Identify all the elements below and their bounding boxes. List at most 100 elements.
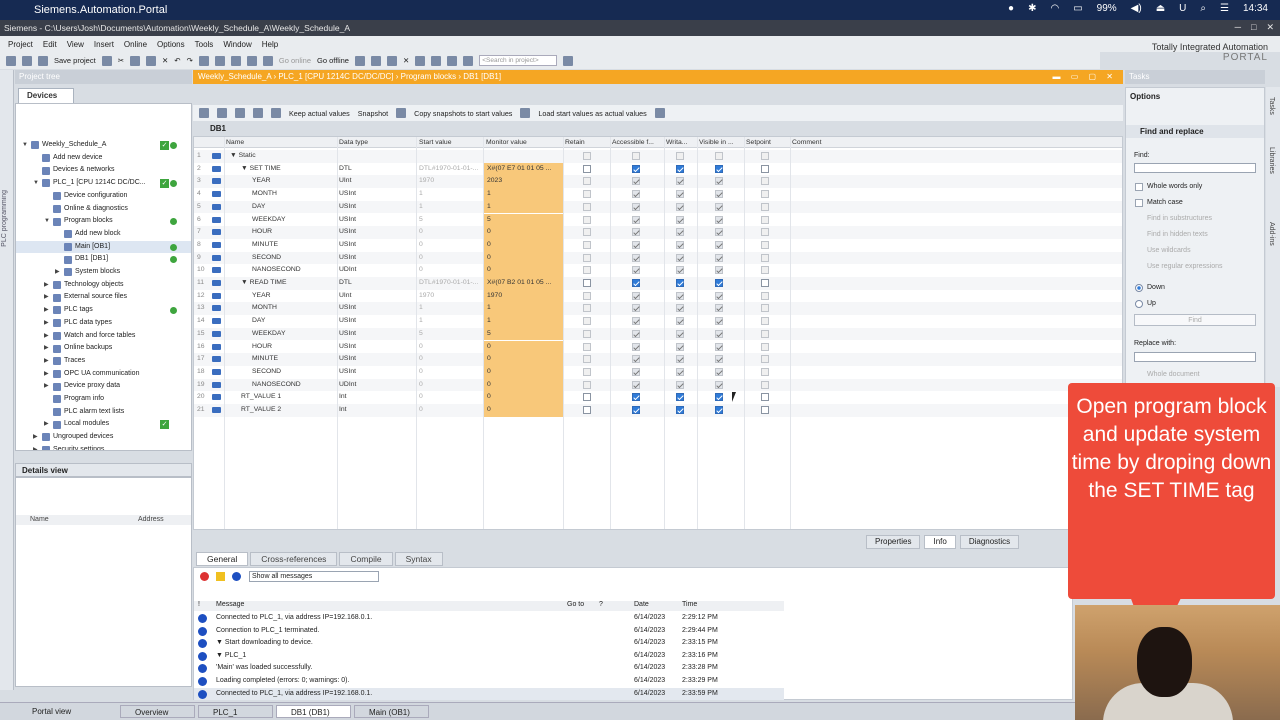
tree-expander-icon[interactable]: ▶ <box>44 418 50 431</box>
col-start-value[interactable]: Start value <box>419 139 452 146</box>
tree-expander-icon[interactable]: ▶ <box>44 317 50 330</box>
col-writable[interactable]: Writa... <box>666 139 687 146</box>
monitor-value[interactable]: 0 <box>484 353 563 366</box>
db-row[interactable]: 14 DAY USInt 1 1 <box>194 315 1122 328</box>
split-horizontal-icon[interactable] <box>415 55 426 66</box>
menu-options[interactable]: Options <box>157 40 185 49</box>
wifi-icon[interactable]: ◠ <box>1050 3 1059 14</box>
accessible-checkbox[interactable] <box>632 367 640 376</box>
tree-expander-icon[interactable]: ▶ <box>44 279 50 292</box>
setpoint-checkbox[interactable] <box>761 240 769 249</box>
plc1-task[interactable]: PLC_1 <box>198 705 273 718</box>
monitor-value[interactable]: 1970 <box>484 289 563 303</box>
retain-checkbox[interactable] <box>583 355 591 364</box>
volume-icon[interactable]: ◀) <box>1131 3 1142 14</box>
setpoint-checkbox[interactable] <box>761 266 769 275</box>
spotlight-icon[interactable]: ⌕ <box>1200 3 1206 14</box>
column-divider[interactable] <box>224 137 225 529</box>
setpoint-checkbox[interactable] <box>761 342 769 351</box>
start-value[interactable]: 0 <box>419 391 423 404</box>
cross-references-tab[interactable]: Cross-references <box>250 552 338 566</box>
accessible-checkbox[interactable] <box>632 406 640 414</box>
monitor-value[interactable]: 1 <box>484 188 563 201</box>
direction-up-radio[interactable] <box>1135 300 1143 308</box>
tree-expander-icon[interactable]: ▼ <box>22 139 28 152</box>
accessible-checkbox[interactable] <box>632 164 640 173</box>
tree-expander-icon[interactable]: ▶ <box>33 444 39 450</box>
go-online-button[interactable]: Go online <box>279 56 311 65</box>
save-icon[interactable] <box>38 55 48 66</box>
visible-checkbox[interactable] <box>715 329 723 338</box>
tree-item[interactable]: Program info <box>16 393 191 406</box>
writable-checkbox[interactable] <box>676 177 684 186</box>
bluetooth-icon[interactable]: ✱ <box>1028 3 1036 14</box>
writable-checkbox[interactable] <box>676 152 684 160</box>
editor-window-controls[interactable]: ▬ ▭ ▢ ✕ <box>1053 70 1118 84</box>
setpoint-checkbox[interactable] <box>761 152 769 160</box>
db-row[interactable]: 7 HOUR USInt 0 0 <box>194 226 1122 239</box>
retain-checkbox[interactable] <box>583 406 591 414</box>
writable-checkbox[interactable] <box>676 329 684 338</box>
setpoint-checkbox[interactable] <box>761 380 769 389</box>
monitor-value[interactable]: 2023 <box>484 175 563 189</box>
visible-checkbox[interactable] <box>715 177 723 186</box>
retain-checkbox[interactable] <box>583 152 591 160</box>
visible-checkbox[interactable] <box>715 164 723 173</box>
retain-checkbox[interactable] <box>583 393 591 402</box>
tree-item[interactable]: Device configuration <box>16 190 191 203</box>
start-value[interactable]: 1 <box>419 188 423 201</box>
setpoint-checkbox[interactable] <box>761 177 769 186</box>
tree-item[interactable]: ▶ Traces <box>16 355 191 368</box>
retain-checkbox[interactable] <box>583 177 591 186</box>
column-divider[interactable] <box>610 137 611 529</box>
info-filter-icon[interactable] <box>232 572 241 581</box>
go-offline-button[interactable]: Go offline <box>317 56 349 65</box>
tree-item[interactable]: ▶ Watch and force tables <box>16 330 191 343</box>
tree-item[interactable]: ▶ Online backups <box>16 342 191 355</box>
writable-checkbox[interactable] <box>676 367 684 376</box>
start-value[interactable]: 1 <box>419 201 423 214</box>
load-start-values-button[interactable]: Load start values as actual values <box>538 109 646 118</box>
tree-item[interactable]: ▶ External source files <box>16 291 191 304</box>
tree-item[interactable]: ▶ Technology objects <box>16 279 191 292</box>
setpoint-checkbox[interactable] <box>761 393 769 402</box>
clock[interactable]: 14:34 <box>1243 3 1268 14</box>
accessible-checkbox[interactable] <box>632 177 640 186</box>
stop-cpu-icon[interactable] <box>386 55 397 66</box>
monitor-value[interactable]: 0 <box>484 365 563 379</box>
visible-checkbox[interactable] <box>715 202 723 211</box>
tree-item[interactable]: ▼ Weekly_Schedule_A ✓ <box>16 139 191 152</box>
column-divider[interactable] <box>337 137 338 529</box>
monitor-icon[interactable] <box>262 55 273 66</box>
tasks-vtab[interactable]: Tasks <box>1268 97 1275 115</box>
column-divider[interactable] <box>563 137 564 529</box>
visible-checkbox[interactable] <box>715 190 723 199</box>
db-row[interactable]: 16 HOUR USInt 0 0 <box>194 340 1122 354</box>
retain-checkbox[interactable] <box>583 304 591 313</box>
new-project-icon[interactable] <box>6 55 16 66</box>
visible-checkbox[interactable] <box>715 355 723 364</box>
visible-checkbox[interactable] <box>715 152 723 160</box>
writable-checkbox[interactable] <box>676 406 684 414</box>
db-row[interactable]: 15 WEEKDAY USInt 5 5 <box>194 327 1122 341</box>
retain-checkbox[interactable] <box>583 202 591 211</box>
writable-checkbox[interactable] <box>676 317 684 326</box>
visible-checkbox[interactable] <box>715 342 723 351</box>
info-tab[interactable]: Info <box>924 535 956 549</box>
retain-checkbox[interactable] <box>583 215 591 224</box>
user-icon[interactable]: U <box>1179 3 1186 14</box>
setpoint-checkbox[interactable] <box>761 291 769 300</box>
message-row[interactable]: Connected to PLC_1, via address IP=192.1… <box>194 687 784 701</box>
accessible-checkbox[interactable] <box>632 240 640 249</box>
tree-item[interactable]: ▼ Program blocks <box>16 215 191 228</box>
tree-expander-icon[interactable]: ▼ <box>44 215 50 228</box>
db-row[interactable]: 3 YEAR UInt 1970 2023 <box>194 175 1122 189</box>
start-cpu-icon[interactable] <box>370 55 381 66</box>
copy-icon[interactable] <box>130 55 140 66</box>
column-divider[interactable] <box>697 137 698 529</box>
record-icon[interactable]: ● <box>1008 3 1014 14</box>
message-row[interactable]: ▼ Start downloading to device. 6/14/2023 2… <box>194 637 784 650</box>
writable-checkbox[interactable] <box>676 215 684 224</box>
copy-snapshots-button[interactable]: Copy snapshots to start values <box>414 109 512 118</box>
column-divider[interactable] <box>483 137 484 529</box>
